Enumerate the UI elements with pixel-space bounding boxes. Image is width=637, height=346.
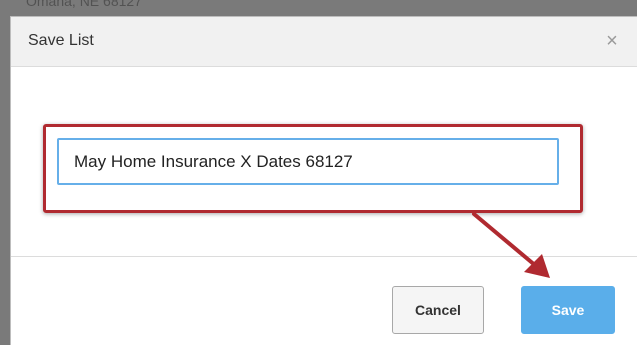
save-button[interactable]: Save [521, 286, 615, 334]
list-name-input[interactable] [57, 138, 559, 185]
dialog-header: Save List × [11, 17, 637, 67]
dialog-footer: Cancel Save [11, 256, 637, 346]
cancel-button[interactable]: Cancel [392, 286, 484, 334]
close-icon[interactable]: × [601, 29, 623, 53]
dialog-body [11, 67, 637, 256]
background-address-text: Omaha, NE 68127 [26, 0, 142, 9]
dialog-title: Save List [28, 32, 94, 49]
save-list-dialog: Save List × Cancel Save [10, 16, 637, 345]
